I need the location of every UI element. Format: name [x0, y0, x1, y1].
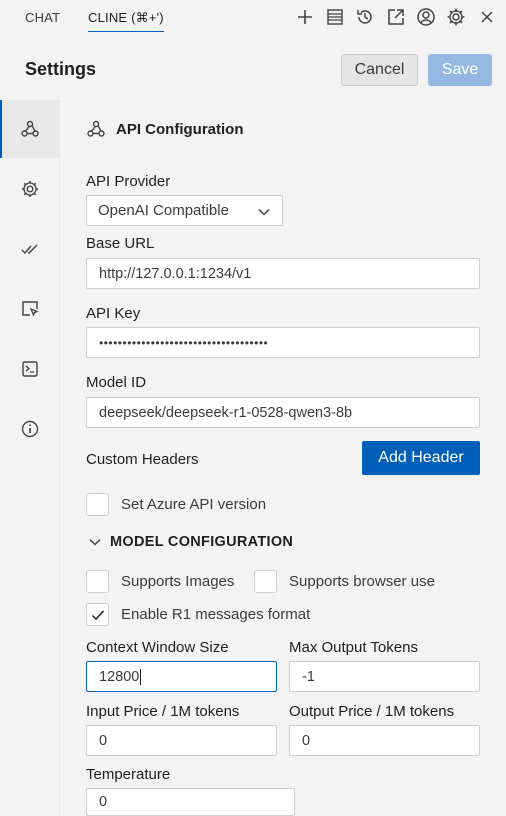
supports-images-label: Supports Images [121, 573, 235, 590]
sidebar-item-general[interactable] [0, 160, 60, 218]
chevron-down-icon [258, 208, 270, 216]
max-output-input[interactable]: -1 [289, 661, 480, 692]
api-key-input[interactable]: •••••••••••••••••••••••••••••••••••• [86, 327, 480, 358]
input-price-input[interactable]: 0 [86, 725, 277, 756]
api-provider-label: API Provider [86, 173, 171, 190]
output-price-label: Output Price / 1M tokens [289, 703, 455, 720]
azure-api-version-row[interactable]: Set Azure API version [86, 493, 266, 516]
model-configuration-title: MODEL CONFIGURATION [110, 534, 294, 550]
chevron-down-icon [89, 538, 101, 546]
output-price-input[interactable]: 0 [289, 725, 480, 756]
account-icon[interactable] [415, 6, 437, 28]
sidebar-item-terminal[interactable] [0, 340, 60, 398]
model-id-input[interactable]: deepseek/deepseek-r1-0528-qwen3-8b [86, 397, 480, 428]
save-button[interactable]: Save [428, 54, 492, 86]
api-provider-select[interactable]: OpenAI Compatible [86, 195, 283, 226]
max-output-label: Max Output Tokens [289, 639, 418, 656]
r1-format-row[interactable]: Enable R1 messages format [86, 603, 310, 626]
sidebar-item-browser[interactable] [0, 280, 60, 338]
base-url-label: Base URL [86, 235, 155, 252]
temperature-input[interactable]: 0 [86, 788, 295, 816]
info-icon [21, 420, 39, 438]
model-id-label: Model ID [86, 374, 147, 391]
context-window-label: Context Window Size [86, 639, 229, 656]
cursor-box-icon [22, 301, 39, 317]
base-url-input[interactable]: http://127.0.0.1:1234/v1 [86, 258, 480, 289]
section-header: API Configuration [86, 119, 244, 139]
plus-icon[interactable] [294, 6, 316, 28]
r1-format-label: Enable R1 messages format [121, 606, 311, 623]
azure-api-version-checkbox[interactable] [86, 493, 109, 516]
gear-icon [22, 181, 38, 197]
history-list-icon[interactable] [324, 6, 346, 28]
terminal-icon [22, 361, 38, 377]
azure-api-version-label: Set Azure API version [121, 496, 267, 513]
popout-icon[interactable] [385, 6, 407, 28]
api-key-label: API Key [86, 305, 141, 322]
temperature-label: Temperature [86, 766, 171, 783]
add-header-button[interactable]: Add Header [362, 441, 480, 475]
sidebar-item-features[interactable] [0, 220, 60, 278]
section-title: API Configuration [116, 120, 244, 138]
supports-images-checkbox[interactable] [86, 570, 109, 593]
webhook-icon [21, 120, 39, 137]
context-window-input[interactable]: 12800 [86, 661, 277, 692]
sidebar-item-about[interactable] [0, 400, 60, 458]
history-clock-icon[interactable] [354, 6, 376, 28]
settings-gear-icon[interactable] [445, 6, 467, 28]
double-check-icon [21, 244, 38, 255]
supports-browser-checkbox[interactable] [254, 570, 277, 593]
page-title: Settings [25, 59, 97, 79]
r1-format-checkbox[interactable] [86, 603, 109, 626]
model-configuration-toggle[interactable]: MODEL CONFIGURATION [88, 534, 293, 550]
input-price-label: Input Price / 1M tokens [86, 703, 240, 720]
supports-browser-row[interactable]: Supports browser use [254, 570, 435, 593]
top-tab-bar: CHAT CLINE (⌘+') [0, 0, 506, 36]
supports-browser-label: Supports browser use [289, 573, 435, 590]
tab-cline[interactable]: CLINE (⌘+') [88, 10, 164, 32]
cancel-button[interactable]: Cancel [341, 54, 418, 86]
sidebar-item-api-configuration[interactable] [0, 100, 60, 158]
api-provider-value: OpenAI Compatible [98, 202, 229, 219]
context-window-value: 12800 [99, 668, 140, 685]
tab-chat[interactable]: CHAT [25, 10, 60, 25]
close-icon[interactable] [476, 6, 498, 28]
webhook-icon [87, 120, 105, 137]
custom-headers-label: Custom Headers [86, 451, 199, 468]
supports-images-row[interactable]: Supports Images [86, 570, 234, 593]
text-cursor [140, 668, 142, 685]
settings-sidebar [0, 100, 60, 816]
checkmark-icon [91, 609, 104, 620]
